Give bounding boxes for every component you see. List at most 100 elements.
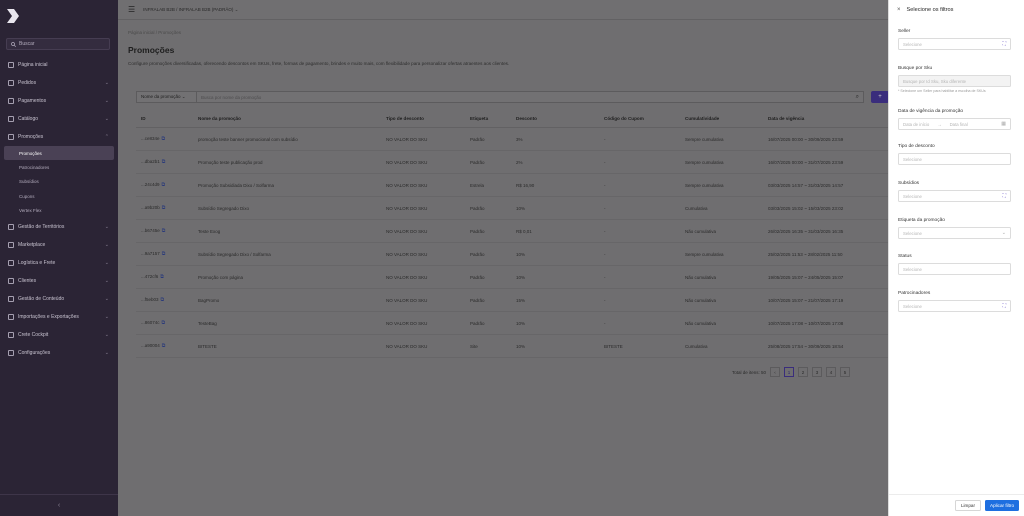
sidebar-item-promotions[interactable]: Promoções ⌃ xyxy=(0,128,118,146)
sidebar-subitem-vertex-flex[interactable]: Vertex Flex xyxy=(0,204,118,218)
table-row[interactable]: ...ce834e ⧉ promoção teste banner promocio… xyxy=(136,128,888,151)
sidebar-item-territories[interactable]: Gestão de Territórios ⌄ xyxy=(0,218,118,236)
sidebar-item-customers[interactable]: Clientes ⌄ xyxy=(0,272,118,290)
table-row[interactable]: ...a90004 ⧉ BITESTE NO VALOR DO SKU Site 10% B… xyxy=(136,335,888,358)
sidebar-item-marketplace[interactable]: Marketplace ⌄ xyxy=(0,236,118,254)
table-row[interactable]: ...b6745e ⧉ Teste Exog NO VALOR DO SKU Padrã… xyxy=(136,220,888,243)
tag-icon xyxy=(8,116,14,122)
tag-cell-text: Site xyxy=(470,343,478,349)
search-input[interactable]: Busca por nome da promoção xyxy=(197,95,856,100)
copy-icon[interactable]: ⧉ xyxy=(162,228,166,234)
sidebar-search-input[interactable]: Buscar xyxy=(6,38,110,50)
validity-cell: 26/02/2025 16:35 ~ 31/03/2025 16:35 xyxy=(768,229,888,234)
id-cell-text: ...ce834e xyxy=(141,136,160,141)
discount-cell: R$ 16,90 xyxy=(516,183,604,188)
end-date-input[interactable]: Data final xyxy=(950,122,968,127)
sidebar-item-label: Gestão de Territórios xyxy=(18,223,65,230)
page-button-2[interactable]: 2 xyxy=(798,367,809,377)
validity-label: Data de vigência da promoção xyxy=(898,109,964,114)
chevron-down-icon: ⌄ xyxy=(104,295,109,302)
copy-icon[interactable]: ⧉ xyxy=(162,251,166,257)
status-select[interactable]: Selecione xyxy=(898,263,1011,275)
sku-search-input[interactable]: Busque por Id Sku, Sku diferente xyxy=(898,75,1011,87)
promo-tag-select[interactable]: Selecione ⌄ xyxy=(898,227,1011,239)
copy-icon[interactable]: ⧉ xyxy=(161,297,165,303)
sidebar-subitem-subsidies[interactable]: Subsídios xyxy=(0,175,118,189)
search-icon[interactable]: ⌕ xyxy=(856,94,859,101)
sidebar-item-home[interactable]: Página inicial xyxy=(0,56,118,74)
sidebar-subitem-coupons[interactable]: Cupons xyxy=(0,189,118,203)
copy-icon[interactable]: ⧉ xyxy=(162,343,166,349)
seller-select[interactable]: Selecione ⛶ xyxy=(898,38,1011,50)
drawer-footer: Limpar Aplicar filtro xyxy=(889,494,1024,516)
sponsors-placeholder: Selecione xyxy=(903,303,922,309)
search-field-select[interactable]: Nome da promoção ⌄ xyxy=(137,92,197,102)
validity-date-range[interactable]: Data de início → Data final ▦ xyxy=(898,118,1011,130)
coupon-cell-text: - xyxy=(604,274,606,280)
promo-tag-label: Etiqueta da promoção xyxy=(898,218,945,223)
sidebar-item-import-export[interactable]: Importações e Exportações ⌄ xyxy=(0,308,118,326)
close-icon[interactable]: × xyxy=(897,7,901,13)
copy-icon[interactable]: ⧉ xyxy=(162,320,166,326)
add-promotion-button[interactable]: + xyxy=(871,91,889,103)
copy-icon[interactable]: ⧉ xyxy=(162,205,166,211)
sidebar-item-payments[interactable]: Pagamentos ⌄ xyxy=(0,92,118,110)
id-cell-text: ...b6745e xyxy=(141,228,160,233)
subsidies-select[interactable]: Selecione ⛶ xyxy=(898,190,1011,202)
table-row[interactable]: ...86074c ⧉ TesteBag NO VALOR DO SKU Padrão 1… xyxy=(136,312,888,335)
menu-icon[interactable]: ☰ xyxy=(128,5,135,14)
start-date-input[interactable]: Data de início xyxy=(903,122,929,127)
sponsors-filter: Patrocinadores Selecione ⛶ xyxy=(898,291,1011,312)
table-row[interactable]: ...a9b20b ⧉ Subsídio Segregado Dixo NO VALO… xyxy=(136,197,888,220)
tag-cell-text: Padrão xyxy=(470,251,485,257)
page-button-3[interactable]: 3 xyxy=(812,367,823,377)
validity-cell-text: 25/02/2025 11:53 ~ 28/02/2025 11:50 xyxy=(768,251,843,257)
discount-cell-text: 10% xyxy=(516,274,526,280)
sidebar-collapse-button[interactable]: ‹ xyxy=(0,494,118,516)
cumulative-cell-text: Sempre cumulativa xyxy=(685,251,724,257)
page-button-1[interactable]: 1 xyxy=(784,367,795,377)
sidebar-item-content[interactable]: Gestão de Conteúdo ⌄ xyxy=(0,290,118,308)
clear-button[interactable]: Limpar xyxy=(954,500,981,511)
page-button-5[interactable]: 5 xyxy=(840,367,851,377)
sponsors-select[interactable]: Selecione ⛶ xyxy=(898,300,1011,312)
apply-filter-button[interactable]: Aplicar filtro xyxy=(985,500,1019,511)
discount-type-select[interactable]: Selecione xyxy=(898,153,1011,165)
tag-cell: Site xyxy=(470,344,516,349)
table-row[interactable]: ...24c4d9 ⧉ Promoção Subsidiada Dixo / Sol… xyxy=(136,174,888,197)
sidebar-item-catalog[interactable]: Catálogo ⌄ xyxy=(0,110,118,128)
promotions-table: ID Nome da promoção Tipo de desconto Eti… xyxy=(136,110,888,358)
sidebar-item-settings[interactable]: Configurações ⌄ xyxy=(0,344,118,362)
copy-icon[interactable]: ⧉ xyxy=(162,182,166,188)
discount-type-cell-text: NO VALOR DO SKU xyxy=(386,251,428,257)
sidebar-item-cockpit[interactable]: Crete Cockpit ⌄ xyxy=(0,326,118,344)
table-row[interactable]: ...9a7157 ⧉ Subsídio Segregado Dixo / Solf… xyxy=(136,243,888,266)
column-header: Data de vigência xyxy=(768,116,805,121)
copy-icon[interactable]: ⧉ xyxy=(160,274,164,280)
table-row[interactable]: ...f5eb03 ⧉ BagPromo NO VALOR DO SKU Padrão 1… xyxy=(136,289,888,312)
validity-cell: 10/07/2025 17:08 ~ 10/07/2025 17:08 xyxy=(768,321,888,326)
logo-icon[interactable] xyxy=(6,8,20,24)
coupon-cell: - xyxy=(604,298,685,303)
sidebar-item-orders[interactable]: Pedidos ⌄ xyxy=(0,74,118,92)
name-cell: Subsídio Segregado Dixo xyxy=(198,206,386,211)
table-body: ...ce834e ⧉ promoção teste banner promocio… xyxy=(136,128,888,358)
table-row[interactable]: ...472cf6 ⧉ Promoção com página NO VALOR DO… xyxy=(136,266,888,289)
sidebar-item-label: Pagamentos xyxy=(18,98,47,104)
copy-icon[interactable]: ⧉ xyxy=(162,159,166,165)
home-icon xyxy=(8,62,14,68)
total-items-label: Total de itens: 50 xyxy=(732,369,767,375)
id-cell: ...86074c ⧉ xyxy=(136,320,198,326)
table-row[interactable]: ...dba2b1 ⧉ Promoção teste publicação prod… xyxy=(136,151,888,174)
sidebar-subitem-promotions[interactable]: Promoções xyxy=(4,146,114,161)
subsidies-filter: Subsídios Selecione ⛶ xyxy=(898,181,1011,202)
store-selector[interactable]: INFRALAB B2B / INFRALAB B2B (PADRÃO) ⌄ xyxy=(143,7,238,13)
discount-type-cell: NO VALOR DO SKU xyxy=(386,275,470,280)
copy-icon[interactable]: ⧉ xyxy=(162,136,166,142)
sidebar-subitem-sponsors[interactable]: Patrocinadores xyxy=(0,160,118,174)
tag-cell: Padrão xyxy=(470,229,516,234)
sidebar-item-logistics[interactable]: Logística e Frete ⌄ xyxy=(0,254,118,272)
prev-page-button[interactable]: ‹ xyxy=(770,367,781,377)
page-button-4[interactable]: 4 xyxy=(826,367,837,377)
id-cell-text: ...24c4d9 xyxy=(141,182,160,187)
